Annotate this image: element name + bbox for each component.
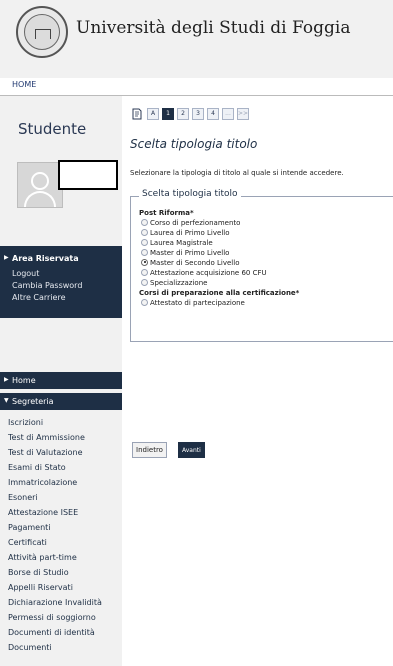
user-silhouette-icon	[31, 172, 49, 190]
sidebar-link-esami-stato[interactable]: Esami di Stato	[8, 463, 66, 472]
sidebar-link-certificati[interactable]: Certificati	[8, 538, 47, 547]
radio-option-label: Laurea Magistrale	[150, 239, 213, 247]
radio-option[interactable]: Attestazione acquisizione 60 CFU	[141, 268, 267, 277]
reserved-area-panel: ▶ Area Riservata Logout Cambia Password …	[0, 246, 122, 318]
sidebar: Studente ▶ Area Riservata Logout Cambia …	[0, 96, 122, 666]
radio-option[interactable]: Laurea di Primo Livello	[141, 228, 230, 237]
instruction-text: Selezionare la tipologia di titolo al qu…	[130, 169, 344, 177]
sidebar-link-documenti[interactable]: Documenti	[8, 643, 52, 652]
radio-option-label: Master di Primo Livello	[150, 249, 230, 257]
sidebar-item-segreteria[interactable]: ▼ Segreteria	[0, 393, 122, 410]
fieldset-legend: Scelta tipologia titolo	[139, 189, 241, 199]
radio-option-selected[interactable]: Master di Secondo Livello	[141, 258, 240, 267]
radio-option[interactable]: Specializzazione	[141, 278, 208, 287]
other-careers-link[interactable]: Altre Carriere	[12, 293, 66, 302]
radio-option[interactable]: Laurea Magistrale	[141, 238, 213, 247]
sidebar-link-iscrizioni[interactable]: Iscrizioni	[8, 418, 43, 427]
radio-button[interactable]	[141, 218, 148, 226]
main-content: A 1 2 3 4 ... >> Scelta tipologia titolo…	[122, 96, 393, 666]
reserved-area-title: Area Riservata	[12, 254, 79, 263]
university-logo-icon	[16, 6, 68, 58]
radio-option[interactable]: Attestato di partecipazione	[141, 298, 245, 307]
sidebar-link-permessi-soggiorno[interactable]: Permessi di soggiorno	[8, 613, 96, 622]
sidebar-link-documenti-identita[interactable]: Documenti di identità	[8, 628, 95, 637]
sidebar-link-dichiarazione-invalidita[interactable]: Dichiarazione Invalidità	[8, 598, 102, 607]
radio-button[interactable]	[141, 238, 148, 246]
top-navbar: HOME	[0, 78, 393, 96]
sidebar-link-appelli-riservati[interactable]: Appelli Riservati	[8, 583, 73, 592]
radio-option-label: Specializzazione	[150, 279, 208, 287]
next-button[interactable]: Avanti	[178, 442, 205, 458]
avatar	[17, 162, 63, 208]
sidebar-link-pagamenti[interactable]: Pagamenti	[8, 523, 51, 532]
user-name-box	[58, 160, 118, 190]
triangle-down-icon: ▼	[4, 397, 9, 404]
step-last[interactable]: >>	[237, 108, 249, 120]
radio-button[interactable]	[141, 278, 148, 286]
nav-home-link[interactable]: HOME	[12, 80, 36, 89]
sidebar-item-home[interactable]: ▶ Home	[0, 372, 122, 389]
logout-link[interactable]: Logout	[12, 269, 39, 278]
sidebar-link-immatricolazione[interactable]: Immatricolazione	[8, 478, 77, 487]
group-label-post-riforma: Post Riforma*	[139, 209, 194, 217]
step-3[interactable]: 3	[192, 108, 204, 120]
radio-option-label: Corso di perfezionamento	[150, 219, 241, 227]
radio-option-label: Attestazione acquisizione 60 CFU	[150, 269, 267, 277]
step-2[interactable]: 2	[177, 108, 189, 120]
radio-button[interactable]	[141, 248, 148, 256]
title-type-fieldset: Scelta tipologia titolo Post Riforma* Co…	[130, 189, 393, 342]
sidebar-link-attestazione-isee[interactable]: Attestazione ISEE	[8, 508, 78, 517]
step-4[interactable]: 4	[207, 108, 219, 120]
sidebar-item-label: Segreteria	[12, 397, 54, 406]
page-header: Università degli Studi di Foggia	[0, 0, 393, 78]
radio-option-label: Laurea di Primo Livello	[150, 229, 230, 237]
university-title: Università degli Studi di Foggia	[76, 18, 351, 38]
sidebar-title: Studente	[18, 120, 87, 138]
radio-option-label: Master di Secondo Livello	[150, 259, 240, 267]
radio-option[interactable]: Master di Primo Livello	[141, 248, 230, 257]
book-icon	[132, 108, 142, 120]
step-1[interactable]: 1	[162, 108, 174, 120]
step-more[interactable]: ...	[222, 108, 234, 120]
radio-button[interactable]	[141, 268, 148, 276]
sidebar-link-borse-studio[interactable]: Borse di Studio	[8, 568, 69, 577]
radio-option[interactable]: Corso di perfezionamento	[141, 218, 241, 227]
radio-button[interactable]	[141, 228, 148, 236]
triangle-right-icon: ▶	[4, 376, 9, 383]
step-a[interactable]: A	[147, 108, 159, 120]
group-label-certificazione: Corsi di preparazione alla certificazion…	[139, 289, 300, 297]
triangle-right-icon: ▶	[4, 254, 9, 261]
sidebar-link-esoneri[interactable]: Esoneri	[8, 493, 38, 502]
radio-option-label: Attestato di partecipazione	[150, 299, 245, 307]
page-title: Scelta tipologia titolo	[130, 137, 258, 151]
sidebar-link-test-ammissione[interactable]: Test di Ammissione	[8, 433, 85, 442]
sidebar-link-test-valutazione[interactable]: Test di Valutazione	[8, 448, 83, 457]
radio-button-checked[interactable]	[141, 258, 148, 266]
sidebar-link-part-time[interactable]: Attività part-time	[8, 553, 77, 562]
sidebar-item-label: Home	[12, 376, 36, 385]
change-password-link[interactable]: Cambia Password	[12, 281, 82, 290]
back-button[interactable]: Indietro	[132, 442, 167, 458]
radio-button[interactable]	[141, 298, 148, 306]
